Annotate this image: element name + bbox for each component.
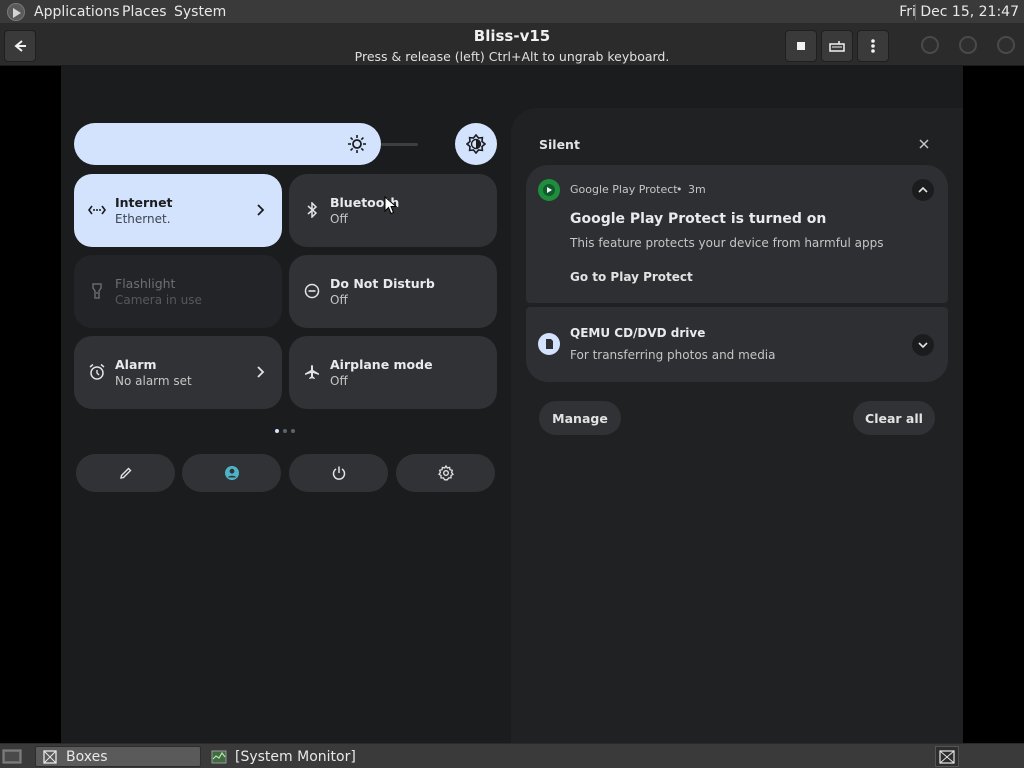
stop-button[interactable]: [785, 30, 817, 62]
keyboard-icon: [829, 41, 845, 52]
chevron-up-icon: [918, 186, 928, 193]
notification-body: This feature protects your device from h…: [570, 236, 884, 250]
page-indicator: [273, 428, 299, 434]
power-button[interactable]: [289, 454, 388, 492]
system-monitor-icon: [211, 750, 227, 763]
ethernet-icon: [88, 201, 106, 219]
settings-button[interactable]: [396, 454, 495, 492]
notification-body: For transferring photos and media: [570, 348, 776, 362]
minimize-button[interactable]: [921, 36, 939, 54]
top-panel: Applications Places System Fri Dec 15, 2…: [0, 0, 1024, 24]
sd-card-icon: [538, 333, 560, 355]
expand-button[interactable]: [912, 334, 934, 356]
tile-subtitle: Camera in use: [115, 293, 202, 307]
tile-airplane-mode[interactable]: Airplane mode Off: [289, 336, 497, 409]
taskbar-item-boxes[interactable]: Boxes: [35, 746, 201, 767]
edit-icon: [119, 467, 131, 479]
clock[interactable]: Fri Dec 15, 21:47: [899, 3, 1019, 21]
page-dot-active: [275, 429, 279, 433]
brightness-track[interactable]: [381, 143, 418, 146]
chevron-right-icon: [257, 204, 265, 216]
menu-system[interactable]: System: [174, 3, 226, 21]
tile-subtitle: No alarm set: [115, 374, 192, 388]
tile-subtitle: Off: [330, 374, 348, 388]
system-logo-icon[interactable]: [7, 3, 25, 21]
boxes-header-bar: Bliss-v15 Press & release (left) Ctrl+Al…: [0, 24, 1024, 66]
edit-button[interactable]: [76, 454, 175, 492]
vertical-dots-icon: [871, 39, 875, 53]
tile-title: Do Not Disturb: [330, 276, 435, 291]
taskbar-item-system-monitor[interactable]: [System Monitor]: [205, 746, 405, 767]
brightness-slider[interactable]: [74, 123, 381, 165]
tile-title: Internet: [115, 195, 173, 210]
chevron-down-icon: [918, 342, 928, 349]
auto-brightness-icon: [466, 134, 486, 154]
vm-display[interactable]: Internet Ethernet. Bluetooth Off Flashli…: [61, 66, 963, 743]
bluetooth-icon: [303, 201, 321, 219]
section-label: Silent: [539, 137, 580, 152]
menu-button[interactable]: [857, 30, 889, 62]
notification-app-name: Google Play Protect: [570, 183, 678, 196]
notification-card-qemu[interactable]: QEMU CD/DVD drive For transferring photo…: [526, 307, 948, 382]
user-icon: [224, 466, 239, 480]
tile-subtitle: Off: [330, 293, 348, 307]
notification-title: QEMU CD/DVD drive: [570, 326, 706, 340]
clear-all-button[interactable]: Clear all: [853, 401, 935, 435]
go-to-play-protect-action[interactable]: Go to Play Protect: [570, 270, 693, 284]
close-icon[interactable]: [916, 136, 932, 152]
show-desktop-icon[interactable]: [2, 747, 22, 765]
flashlight-icon: [88, 282, 106, 300]
brightness-icon: [348, 135, 366, 153]
manage-button[interactable]: Manage: [539, 401, 621, 435]
tile-flashlight[interactable]: Flashlight Camera in use: [74, 255, 282, 328]
tile-subtitle: Ethernet.: [115, 212, 171, 226]
tile-title: Airplane mode: [330, 357, 433, 372]
auto-brightness-button[interactable]: [455, 123, 497, 165]
menu-places[interactable]: Places: [122, 3, 167, 21]
notification-time: 3m: [688, 183, 706, 196]
notification-card-play-protect[interactable]: Google Play Protect • 3m Google Play Pro…: [526, 165, 948, 303]
settings-icon: [437, 465, 454, 481]
taskbar-item-label: Boxes: [66, 748, 108, 765]
maximize-button[interactable]: [959, 36, 977, 54]
keyboard-button[interactable]: [821, 30, 853, 62]
airplane-icon: [303, 363, 321, 381]
notification-title: Google Play Protect is turned on: [570, 211, 827, 227]
taskbar: Boxes [System Monitor]: [0, 743, 1024, 768]
chevron-right-icon: [257, 366, 265, 378]
workspace-switcher[interactable]: [935, 746, 959, 767]
user-button[interactable]: [182, 454, 281, 492]
tile-subtitle: Off: [330, 212, 348, 226]
mouse-cursor-icon: [384, 196, 398, 215]
boxes-icon: [43, 749, 57, 764]
notification-separator: •: [676, 183, 683, 196]
play-protect-icon: [538, 179, 560, 201]
close-window-button[interactable]: [997, 36, 1015, 54]
workspace-icon: [939, 749, 955, 764]
menu-applications[interactable]: Applications: [34, 3, 120, 21]
collapse-button[interactable]: [912, 179, 934, 201]
tile-alarm[interactable]: Alarm No alarm set: [74, 336, 282, 409]
tile-title: Flashlight: [115, 276, 176, 291]
alarm-icon: [88, 363, 106, 381]
tile-do-not-disturb[interactable]: Do Not Disturb Off: [289, 255, 497, 328]
do-not-disturb-icon: [303, 282, 321, 300]
taskbar-item-label: [System Monitor]: [235, 748, 356, 765]
notification-panel: Silent Google Play Protect • 3m Google P…: [511, 108, 963, 743]
stop-icon: [797, 42, 805, 50]
tile-title: Alarm: [115, 357, 157, 372]
power-icon: [332, 466, 345, 480]
page-dot: [283, 429, 287, 433]
page-dot: [291, 429, 295, 433]
tile-internet[interactable]: Internet Ethernet.: [74, 174, 282, 247]
